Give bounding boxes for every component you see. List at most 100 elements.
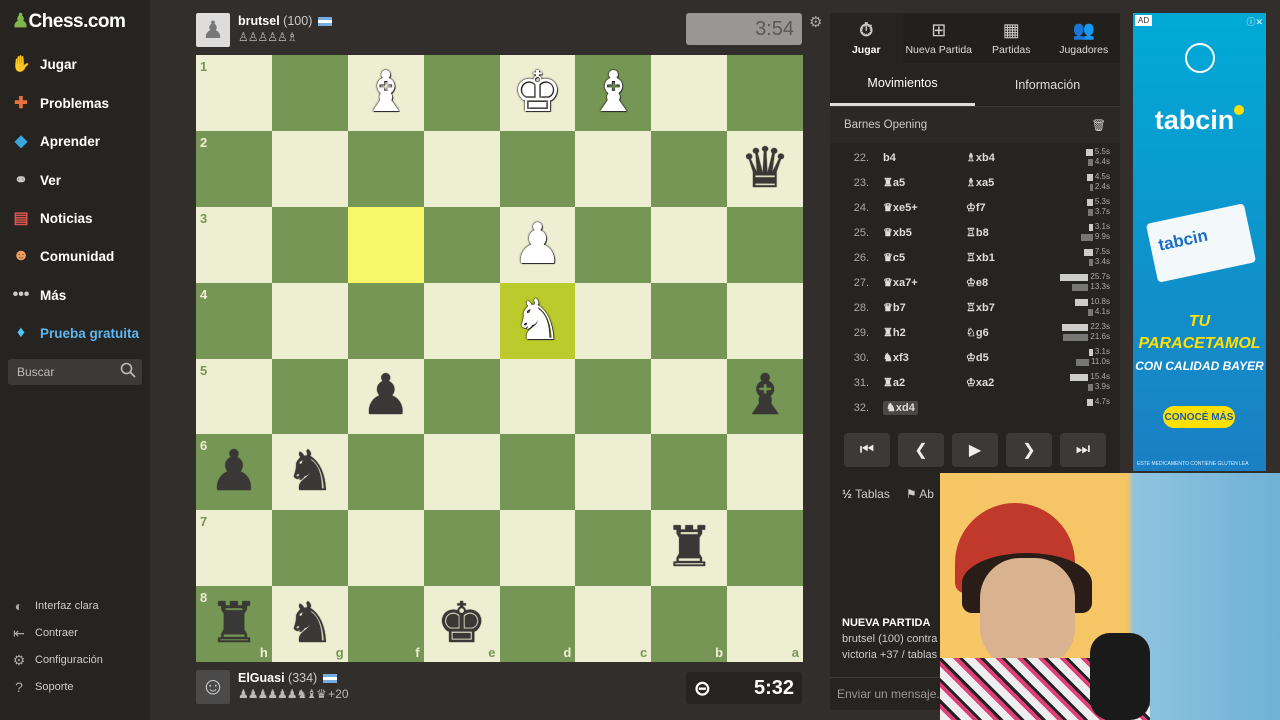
square-g8[interactable]: g ♞ bbox=[271, 586, 348, 662]
square-h1[interactable]: 1 bbox=[196, 55, 272, 131]
square-h8[interactable]: 8 h ♜ bbox=[196, 586, 272, 662]
square-e5[interactable] bbox=[423, 358, 500, 435]
black-move[interactable]: ♖xb1 bbox=[966, 251, 1049, 264]
white-move[interactable]: ♛xe5+ bbox=[883, 201, 966, 214]
white-move[interactable]: ♜h2 bbox=[883, 326, 966, 339]
last-move-button[interactable]: ⏭ bbox=[1060, 433, 1106, 467]
advertisement[interactable]: AD ⓘ✕ tabcin tabcin TU PARACETAMOL CON CA… bbox=[1133, 13, 1266, 471]
square-b4[interactable] bbox=[651, 282, 728, 359]
square-c2[interactable] bbox=[575, 130, 652, 207]
tab-informacion[interactable]: Información bbox=[975, 63, 1120, 106]
white-move[interactable]: ♞xd4 bbox=[883, 401, 966, 415]
white-move[interactable]: b4 bbox=[883, 152, 966, 164]
square-h4[interactable]: 4 bbox=[196, 282, 272, 359]
square-b3[interactable] bbox=[651, 206, 728, 283]
chess-logo[interactable]: ♟Chess.com bbox=[12, 10, 126, 33]
black-move[interactable]: ♔d5 bbox=[966, 351, 1049, 364]
square-h7[interactable]: 7 bbox=[196, 510, 272, 587]
sidebar-item-noticias[interactable]: ▤ Noticias bbox=[10, 203, 92, 233]
sidebar-item-mas[interactable]: ••• Más bbox=[10, 280, 67, 310]
settings-button[interactable]: ⚙ Configuración bbox=[10, 651, 103, 669]
chess-piece[interactable]: ♟ bbox=[361, 368, 411, 424]
chess-piece[interactable]: ♝ bbox=[588, 64, 638, 121]
white-move[interactable]: ♛xb5 bbox=[883, 226, 966, 239]
chess-piece[interactable]: ♟ bbox=[209, 444, 259, 500]
square-g6[interactable]: ♞ bbox=[271, 434, 348, 511]
square-c7[interactable] bbox=[575, 510, 652, 587]
trash-icon[interactable]: 🗑 bbox=[1091, 118, 1106, 132]
white-move[interactable]: ♜a2 bbox=[883, 376, 966, 389]
next-move-button[interactable]: ❯ bbox=[1006, 433, 1052, 467]
tab-jugar[interactable]: ⏱ Jugar bbox=[830, 13, 903, 63]
square-c5[interactable] bbox=[575, 358, 652, 435]
square-h6[interactable]: 6 ♟ bbox=[196, 434, 272, 511]
square-d2[interactable] bbox=[499, 130, 576, 207]
square-d3[interactable]: ♟ bbox=[499, 206, 576, 283]
white-move[interactable]: ♞xf3 bbox=[883, 351, 966, 364]
black-move[interactable]: ♔f7 bbox=[966, 201, 1049, 214]
first-move-button[interactable]: ⏮ bbox=[844, 433, 890, 467]
search-icon[interactable] bbox=[120, 362, 136, 378]
square-e2[interactable] bbox=[423, 130, 500, 207]
square-e7[interactable] bbox=[423, 510, 500, 587]
square-b6[interactable] bbox=[651, 434, 728, 511]
square-a6[interactable] bbox=[727, 434, 803, 511]
square-g1[interactable] bbox=[271, 55, 348, 131]
sidebar-item-comunidad[interactable]: ☻ Comunidad bbox=[10, 241, 115, 271]
square-c6[interactable] bbox=[575, 434, 652, 511]
square-e1[interactable] bbox=[423, 55, 500, 131]
square-b5[interactable] bbox=[651, 358, 728, 435]
square-f1[interactable]: ♝ bbox=[347, 55, 424, 131]
tab-movimientos[interactable]: Movimientos bbox=[830, 63, 975, 106]
square-a3[interactable] bbox=[727, 206, 803, 283]
collapse-button[interactable]: ⇤ Contraer bbox=[10, 624, 78, 642]
search-input[interactable]: Buscar bbox=[8, 359, 142, 385]
square-d6[interactable] bbox=[499, 434, 576, 511]
white-move[interactable]: ♛c5 bbox=[883, 251, 966, 264]
square-d1[interactable]: ♚ bbox=[499, 55, 576, 131]
square-e4[interactable] bbox=[423, 282, 500, 359]
square-b8[interactable]: b bbox=[651, 586, 728, 662]
chess-piece[interactable]: ♞ bbox=[285, 596, 335, 652]
square-f8[interactable]: f bbox=[347, 586, 424, 662]
avatar[interactable]: ☺ bbox=[196, 670, 230, 704]
tab-jugadores[interactable]: 👥 Jugadores bbox=[1048, 13, 1121, 63]
ad-cta-button[interactable]: CONOCÉ MÁS bbox=[1163, 406, 1235, 428]
square-d5[interactable] bbox=[499, 358, 576, 435]
square-d4[interactable]: ♞ bbox=[499, 282, 576, 359]
black-move[interactable]: ♘g6 bbox=[966, 326, 1049, 339]
square-e3[interactable] bbox=[423, 206, 500, 283]
square-f4[interactable] bbox=[347, 282, 424, 359]
play-button[interactable]: ▶ bbox=[952, 433, 998, 467]
square-c1[interactable]: ♝ bbox=[575, 55, 652, 131]
square-e8[interactable]: e ♚ bbox=[423, 586, 500, 662]
ad-info-icon[interactable]: ⓘ✕ bbox=[1246, 15, 1263, 28]
square-h3[interactable]: 3 bbox=[196, 206, 272, 283]
square-c8[interactable]: c bbox=[575, 586, 652, 662]
tab-partidas[interactable]: ▦ Partidas bbox=[975, 13, 1048, 63]
sidebar-item-prueba-gratuita[interactable]: ♦ Prueba gratuita bbox=[10, 318, 139, 348]
square-g3[interactable] bbox=[271, 206, 348, 283]
chess-piece[interactable]: ♝ bbox=[361, 64, 411, 121]
square-f5[interactable]: ♟ bbox=[347, 358, 424, 435]
square-b2[interactable] bbox=[651, 130, 728, 207]
abort-button[interactable]: ⚑ Ab bbox=[906, 487, 934, 501]
black-move[interactable]: ♗xb4 bbox=[966, 151, 1049, 164]
square-a8[interactable]: a bbox=[727, 586, 803, 662]
chess-piece[interactable]: ♛ bbox=[740, 140, 790, 197]
chess-piece[interactable]: ♞ bbox=[512, 292, 562, 349]
black-move[interactable]: ♗xa5 bbox=[966, 176, 1049, 189]
white-move[interactable]: ♛xa7+ bbox=[883, 276, 966, 289]
light-theme-toggle[interactable]: ◐ Interfaz clara bbox=[10, 597, 99, 615]
top-player-name[interactable]: brutsel (100) bbox=[238, 14, 332, 28]
chess-piece[interactable]: ♚ bbox=[436, 596, 486, 652]
black-move[interactable]: ♔xa2 bbox=[966, 376, 1049, 389]
sidebar-item-jugar[interactable]: ✋ Jugar bbox=[10, 49, 77, 79]
square-g7[interactable] bbox=[271, 510, 348, 587]
square-a4[interactable] bbox=[727, 282, 803, 359]
square-g4[interactable] bbox=[271, 282, 348, 359]
square-h5[interactable]: 5 bbox=[196, 358, 272, 435]
board-settings-icon[interactable]: ⚙ bbox=[809, 13, 822, 31]
chess-piece[interactable]: ♞ bbox=[285, 444, 335, 500]
white-move[interactable]: ♜a5 bbox=[883, 176, 966, 189]
